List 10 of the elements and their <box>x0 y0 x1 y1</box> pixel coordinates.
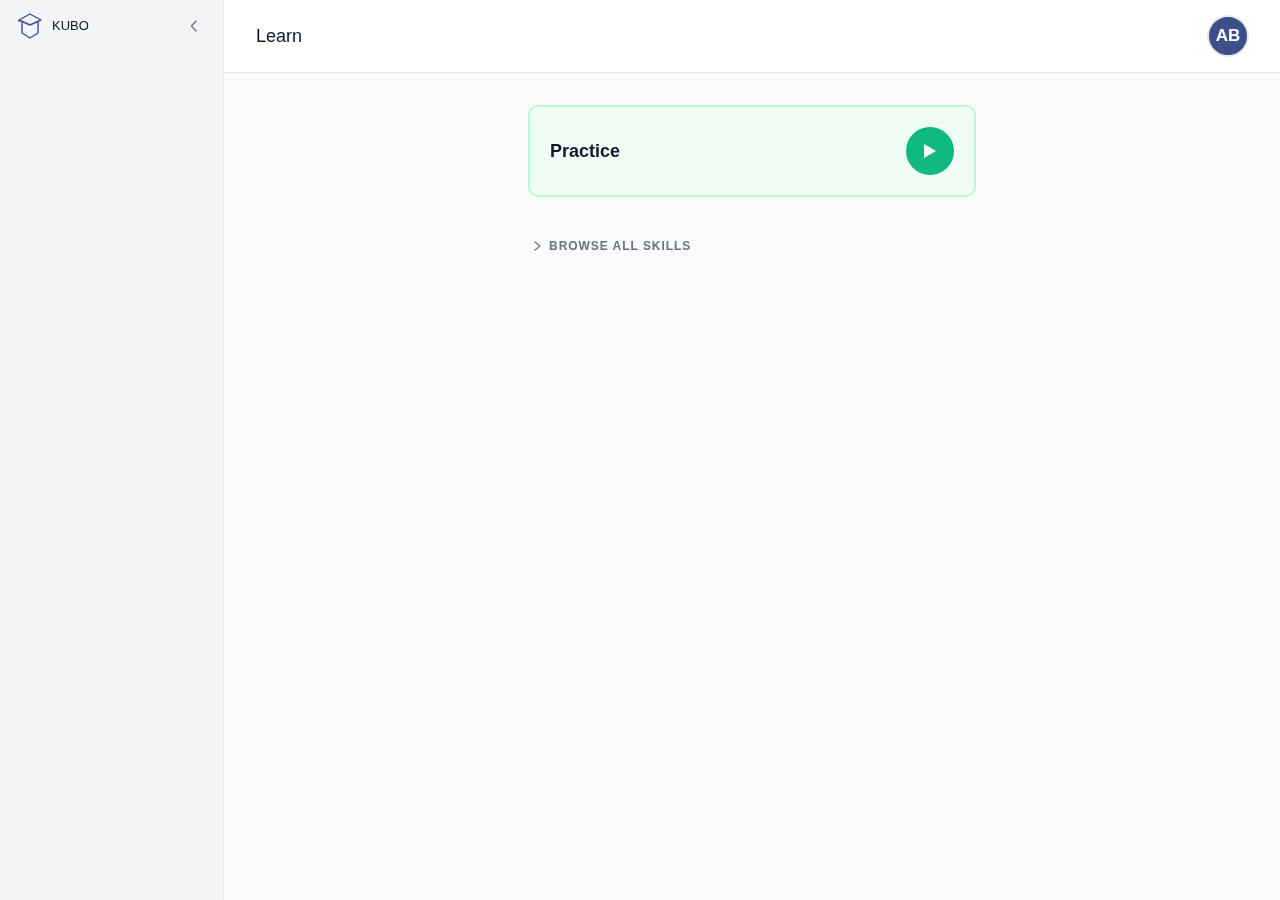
chevron-right-icon <box>534 241 541 251</box>
page-title: Learn <box>256 24 303 48</box>
chevron-left-icon <box>190 20 198 32</box>
user-avatar[interactable]: AB <box>1207 15 1249 57</box>
cube-cap-icon <box>17 12 43 40</box>
practice-title: Practice <box>550 139 621 163</box>
play-button[interactable] <box>906 127 954 175</box>
brand-name: KUBO <box>52 17 89 36</box>
play-icon <box>924 144 936 158</box>
browse-skills-toggle[interactable]: BROWSE ALL SKILLS <box>534 237 692 255</box>
